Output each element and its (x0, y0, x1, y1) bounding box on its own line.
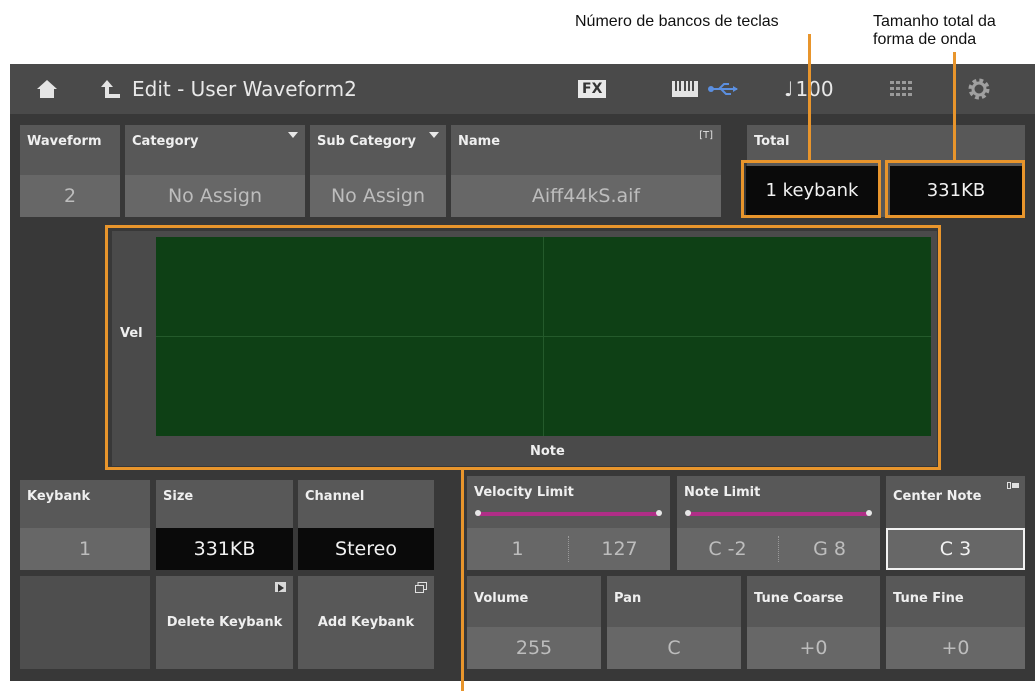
window-icon (415, 582, 427, 593)
name-label: Name (458, 134, 501, 149)
note-limit-label: Note Limit (684, 485, 761, 500)
total-size-highlight (885, 160, 1025, 218)
play-icon (275, 582, 286, 592)
velocity-limit-field[interactable]: Velocity Limit 1 127 (467, 476, 670, 570)
dropdown-indicator-icon (288, 132, 298, 138)
dropdown-indicator-icon (429, 132, 439, 138)
fx-button[interactable]: FX (578, 64, 607, 114)
tempo-value: 100 (795, 77, 834, 101)
note-limit-values: C -2 G 8 (677, 528, 880, 570)
keybank-field[interactable]: Keybank 1 (20, 480, 150, 570)
category-field[interactable]: Category No Assign (125, 125, 305, 217)
waveform-value: 2 (20, 175, 120, 217)
waveform-field[interactable]: Waveform 2 (20, 125, 120, 217)
velocity-limit-label: Velocity Limit (474, 485, 574, 500)
keyboard-icon (672, 81, 698, 97)
note-limit-slider[interactable] (685, 510, 872, 516)
empty-slot (20, 576, 150, 669)
callout-total-size-1: Tamanho total da (873, 13, 996, 30)
callout-keybanks: Número de bancos de teclas (575, 13, 779, 30)
center-note-field[interactable]: Center Note C 3 (886, 476, 1025, 570)
tune-fine-label: Tune Fine (893, 591, 964, 606)
channel-field: Channel Stereo (298, 480, 434, 570)
category-value: No Assign (125, 175, 305, 217)
tune-coarse-value: +0 (747, 627, 880, 669)
home-icon (37, 80, 57, 98)
velocity-limit-values: 1 127 (467, 528, 670, 570)
page-title: Edit - User Waveform2 (132, 77, 357, 101)
back-icon (101, 80, 120, 98)
waveform-label: Waveform (27, 134, 102, 149)
keybank-label: Keybank (27, 489, 91, 504)
total-label: Total (754, 134, 790, 149)
pan-label: Pan (614, 591, 642, 606)
size-label: Size (163, 489, 194, 504)
note-limit-field[interactable]: Note Limit C -2 G 8 (677, 476, 880, 570)
tune-fine-value: +0 (886, 627, 1025, 669)
title-bar: Edit - User Waveform2 FX ♩ 100 (10, 64, 1035, 114)
battery-icon (1007, 482, 1019, 489)
note-limit-high[interactable]: G 8 (779, 538, 880, 560)
keybank-count-highlight (741, 160, 881, 218)
name-value: Aiff44kS.aif (451, 175, 721, 217)
usb-icon (708, 83, 738, 95)
callout-total-size-2: forma de onda (873, 31, 977, 48)
channel-value: Stereo (298, 528, 434, 570)
center-note-label: Center Note (893, 489, 982, 504)
velocity-limit-high[interactable]: 127 (569, 538, 670, 560)
delete-keybank-label: Delete Keybank (166, 615, 283, 630)
delete-keybank-button[interactable]: Delete Keybank (156, 576, 293, 669)
tune-coarse-label: Tune Coarse (754, 591, 844, 606)
volume-field[interactable]: Volume 255 (467, 576, 601, 669)
note-icon: ♩ (784, 77, 794, 101)
sub-category-value: No Assign (310, 175, 446, 217)
channel-label: Channel (305, 489, 365, 504)
add-keybank-button[interactable]: Add Keybank (298, 576, 434, 669)
category-label: Category (132, 134, 199, 149)
back-button[interactable] (100, 64, 122, 114)
pan-field[interactable]: Pan C (607, 576, 741, 669)
grid-button[interactable] (890, 64, 912, 114)
pan-value: C (607, 627, 741, 669)
grid-icon (890, 81, 912, 96)
velocity-limit-low[interactable]: 1 (467, 538, 568, 560)
velocity-limit-slider[interactable] (475, 510, 662, 516)
note-limit-low[interactable]: C -2 (677, 538, 778, 560)
callout-line-keybank-map (461, 470, 464, 691)
callout-line-total-size (953, 52, 956, 160)
volume-value: 255 (467, 627, 601, 669)
keybank-map-highlight (105, 225, 941, 470)
keybank-value: 1 (20, 528, 150, 570)
fx-label: FX (578, 80, 607, 98)
tune-fine-field[interactable]: Tune Fine +0 (886, 576, 1025, 669)
center-note-value: C 3 (886, 528, 1025, 570)
sub-category-field[interactable]: Sub Category No Assign (310, 125, 446, 217)
tune-coarse-field[interactable]: Tune Coarse +0 (747, 576, 880, 669)
settings-button[interactable] (967, 64, 991, 114)
name-field[interactable]: Name [T] Aiff44kS.aif (451, 125, 721, 217)
volume-label: Volume (474, 591, 529, 606)
text-edit-tag: [T] (699, 130, 713, 141)
add-keybank-label: Add Keybank (317, 615, 415, 630)
gear-icon (968, 78, 990, 100)
keyboard-button[interactable] (672, 64, 698, 114)
callout-line-keybanks (808, 34, 811, 160)
size-value: 331KB (156, 528, 293, 570)
home-button[interactable] (35, 64, 59, 114)
sub-category-label: Sub Category (317, 134, 416, 149)
usb-status (707, 64, 739, 114)
size-field: Size 331KB (156, 480, 293, 570)
